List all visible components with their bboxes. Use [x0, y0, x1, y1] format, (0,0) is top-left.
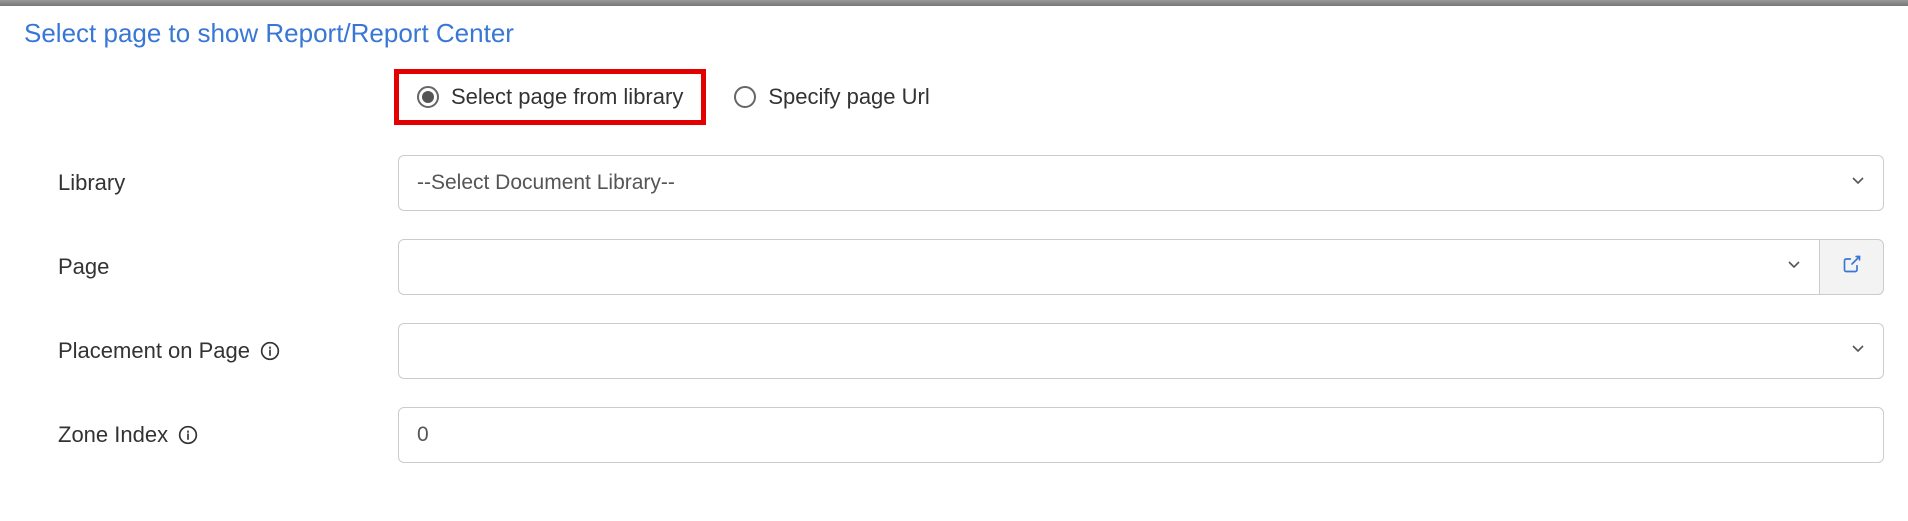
section-title: Select page to show Report/Report Center	[24, 18, 1884, 49]
row-page: Page	[24, 239, 1884, 295]
external-link-icon	[1842, 254, 1862, 280]
row-placement: Placement on Page	[24, 323, 1884, 379]
page-source-radio-group: Select page from library Specify page Ur…	[394, 69, 1884, 125]
radio-label: Specify page Url	[768, 84, 929, 110]
open-page-button[interactable]	[1820, 239, 1884, 295]
info-icon[interactable]	[178, 425, 198, 445]
placement-select[interactable]	[398, 323, 1884, 379]
row-library: Library --Select Document Library--	[24, 155, 1884, 211]
info-icon[interactable]	[260, 341, 280, 361]
label-zone-index: Zone Index	[58, 422, 398, 448]
radio-specify-url[interactable]: Specify page Url	[716, 74, 947, 120]
zone-index-input[interactable]	[398, 407, 1884, 463]
radio-icon	[417, 86, 439, 108]
library-select[interactable]: --Select Document Library--	[398, 155, 1884, 211]
radio-icon	[734, 86, 756, 108]
label-placement: Placement on Page	[58, 338, 398, 364]
radio-select-from-library[interactable]: Select page from library	[394, 69, 706, 125]
radio-label: Select page from library	[451, 84, 683, 110]
label-library: Library	[58, 170, 398, 196]
label-page: Page	[58, 254, 398, 280]
row-zone-index: Zone Index	[24, 407, 1884, 463]
form-container: Select page to show Report/Report Center…	[0, 6, 1908, 521]
page-select[interactable]	[398, 239, 1820, 295]
